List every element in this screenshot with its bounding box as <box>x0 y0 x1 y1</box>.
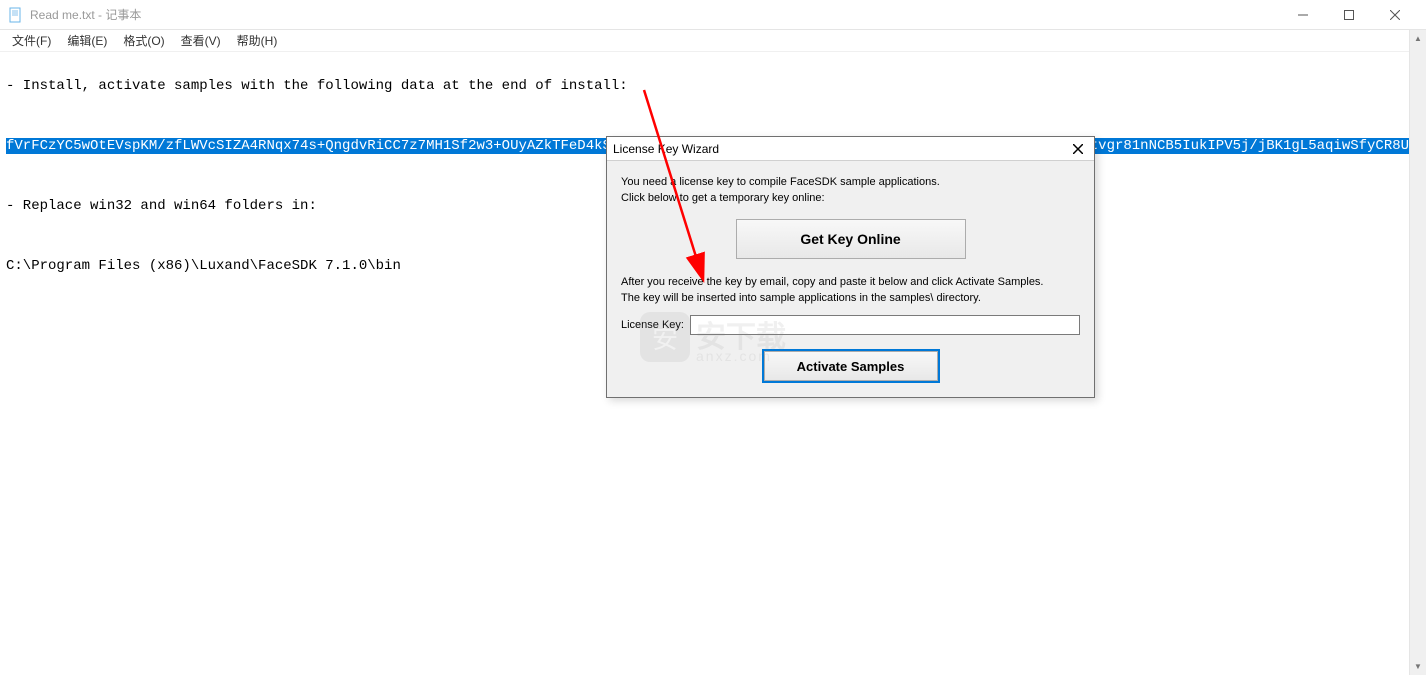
activate-samples-button[interactable]: Activate Samples <box>764 351 938 381</box>
menu-help[interactable]: 帮助(H) <box>229 30 286 51</box>
menu-format[interactable]: 格式(O) <box>115 30 172 51</box>
menu-file[interactable]: 文件(F) <box>4 30 59 51</box>
close-button[interactable] <box>1372 0 1418 29</box>
notepad-icon <box>8 7 24 23</box>
dialog-body: You need a license key to compile FaceSD… <box>607 161 1094 397</box>
dialog-text-4: The key will be inserted into sample app… <box>621 291 1080 305</box>
menu-view[interactable]: 查看(V) <box>173 30 229 51</box>
notepad-titlebar: Read me.txt - 记事本 <box>0 0 1426 30</box>
license-key-row: License Key: <box>621 315 1080 335</box>
dialog-text-2: Click below to get a temporary key onlin… <box>621 191 1080 205</box>
license-key-label: License Key: <box>621 319 684 331</box>
text-line: - Install, activate samples with the fol… <box>6 76 1420 96</box>
minimize-button[interactable] <box>1280 0 1326 29</box>
get-key-online-button[interactable]: Get Key Online <box>736 219 966 259</box>
dialog-titlebar[interactable]: License Key Wizard <box>607 137 1094 161</box>
dialog-text-1: You need a license key to compile FaceSD… <box>621 175 1080 189</box>
maximize-button[interactable] <box>1326 0 1372 29</box>
window-title: Read me.txt - 记事本 <box>30 6 1280 23</box>
license-key-wizard-dialog: License Key Wizard You need a license ke… <box>606 136 1095 398</box>
license-key-input[interactable] <box>690 315 1080 335</box>
notepad-menubar: 文件(F) 编辑(E) 格式(O) 查看(V) 帮助(H) <box>0 30 1426 52</box>
menu-edit[interactable]: 编辑(E) <box>59 30 115 51</box>
window-controls <box>1280 0 1418 29</box>
vertical-scrollbar[interactable] <box>1409 30 1426 675</box>
dialog-close-button[interactable] <box>1068 140 1088 158</box>
dialog-text-3: After you receive the key by email, copy… <box>621 275 1080 289</box>
dialog-title: License Key Wizard <box>613 142 1068 156</box>
